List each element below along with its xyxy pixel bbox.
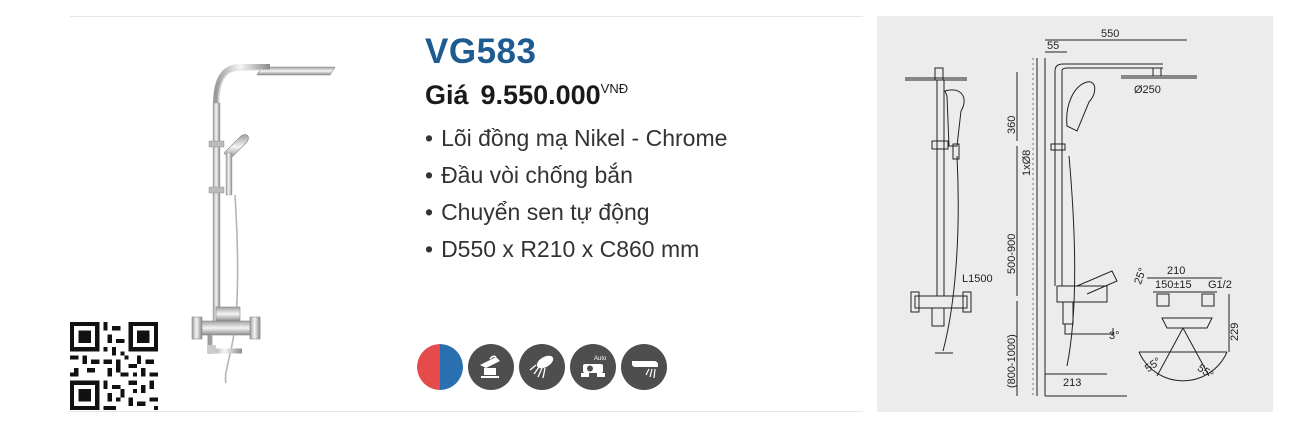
technical-drawing: 550 55 Ø250 L1500 210 150±15 G1/2 3° 213… xyxy=(877,16,1273,412)
svg-text:500-900: 500-900 xyxy=(1006,234,1018,274)
product-model: VG583 xyxy=(425,32,537,71)
shower-head-icon xyxy=(519,344,565,390)
svg-text:55: 55 xyxy=(1047,40,1059,52)
svg-text:25°: 25° xyxy=(1132,266,1149,286)
qr-code-icon xyxy=(70,322,158,410)
svg-text:229: 229 xyxy=(1229,323,1241,341)
spout-icon xyxy=(621,344,667,390)
svg-text:Auto: Auto xyxy=(594,356,607,362)
hot-cold-icon xyxy=(417,344,463,390)
svg-text:55°: 55° xyxy=(1143,356,1164,375)
feature-item: • Lõi đồng mạ Nikel - Chrome xyxy=(425,125,728,151)
feature-list: • Lõi đồng mạ Nikel - Chrome • Đầu vòi chố… xyxy=(425,124,727,272)
feature-item: • D550 x R210 x C860 mm xyxy=(425,236,700,262)
svg-text:210: 210 xyxy=(1167,265,1185,277)
feature-item: • Chuyển sen tự động xyxy=(425,199,650,225)
svg-text:550: 550 xyxy=(1101,28,1119,40)
feature-item: • Đầu vòi chống bắn xyxy=(425,162,633,188)
svg-text:Ø250: Ø250 xyxy=(1134,84,1161,96)
svg-text:150±15: 150±15 xyxy=(1155,279,1192,291)
price-amount: 9.550.000 xyxy=(480,80,601,110)
top-divider xyxy=(70,16,863,17)
price-label: Giá xyxy=(425,80,469,110)
auto-diverter-icon: Auto xyxy=(570,344,616,390)
faucet-icon xyxy=(468,344,514,390)
svg-text:L1500: L1500 xyxy=(962,273,993,285)
svg-text:3°: 3° xyxy=(1109,330,1120,342)
feature-icons: Auto xyxy=(417,344,667,390)
svg-text:360: 360 xyxy=(1006,116,1018,134)
svg-text:213: 213 xyxy=(1063,377,1081,389)
product-image xyxy=(191,64,336,384)
svg-text:G1/2: G1/2 xyxy=(1208,279,1232,291)
product-price: Giá 9.550.000VNĐ xyxy=(425,80,628,111)
bottom-divider xyxy=(70,411,863,412)
svg-text:(800-1000): (800-1000) xyxy=(1006,334,1018,388)
svg-text:1xØ8: 1xØ8 xyxy=(1021,150,1033,176)
currency-label: VNĐ xyxy=(600,81,629,96)
